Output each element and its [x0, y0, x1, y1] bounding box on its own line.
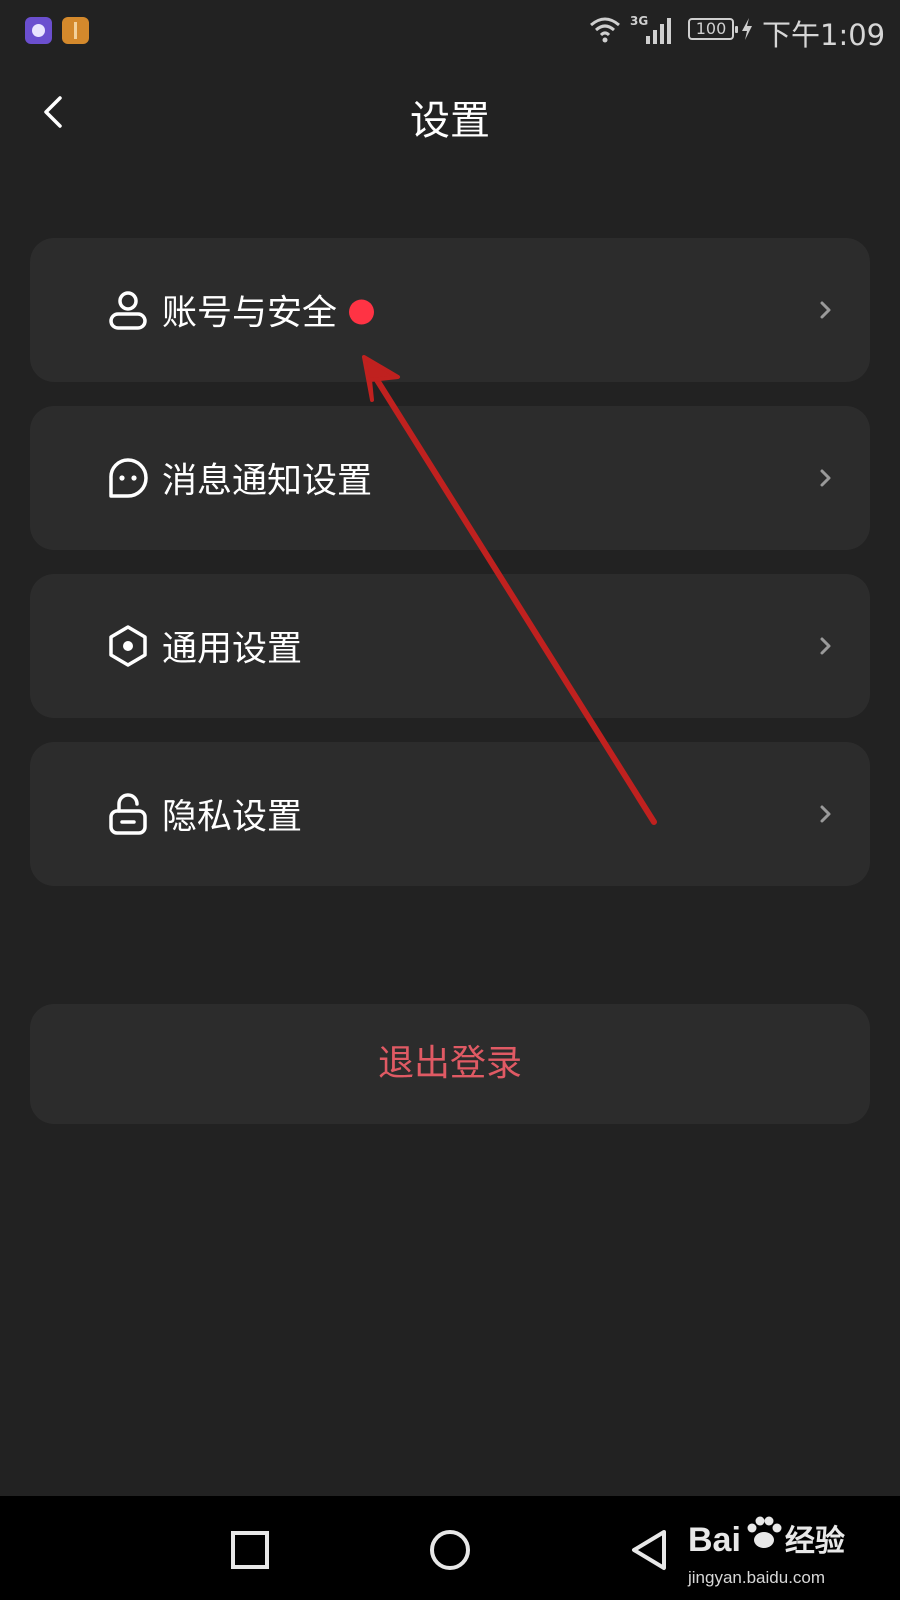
logout-button[interactable]: 退出登录 [30, 1004, 870, 1124]
baidu-jingyan-watermark: Bai 经验 jingyan.baidu.com [688, 1512, 888, 1592]
notification-badge-dot [349, 299, 375, 324]
menu-item-notification-settings[interactable]: 消息通知设置 [30, 406, 870, 550]
app-notification-icon [62, 17, 89, 44]
logout-label: 退出登录 [377, 1043, 522, 1084]
status-bar: 3G 100 下午1:09 [0, 0, 900, 60]
clock: 下午1:09 [762, 18, 886, 52]
menu-item-general-settings[interactable]: 通用设置 [30, 574, 870, 718]
menu-item-label: 账号与安全 [162, 285, 375, 336]
menu-item-label: 消息通知设置 [162, 461, 373, 502]
signal-strength-icon [646, 18, 671, 44]
menu-item-account-security[interactable]: 账号与安全 [30, 238, 870, 382]
recent-apps-square-icon[interactable] [228, 1528, 272, 1572]
system-navigation-bar: Bai 经验 jingyan.baidu.com [0, 1496, 900, 1600]
menu-item-label: 通用设置 [162, 629, 303, 670]
page-title: 设置 [410, 98, 490, 144]
menu-item-label: 隐私设置 [162, 797, 303, 838]
wifi-icon [590, 17, 620, 43]
chat-bubble-icon [109, 458, 148, 498]
chevron-right-icon [820, 637, 831, 655]
user-icon [109, 291, 147, 330]
paw-logo-icon [747, 1516, 782, 1548]
charging-icon [742, 18, 752, 40]
chevron-right-icon [820, 469, 831, 487]
chevron-right-icon [820, 301, 831, 319]
battery-level: 100 [695, 19, 727, 38]
app-notification-icon [25, 17, 52, 44]
home-circle-icon[interactable] [428, 1528, 472, 1572]
hexagon-gear-icon [109, 625, 147, 667]
watermark-url: jingyan.baidu.com [688, 1568, 826, 1587]
lock-icon [109, 793, 147, 835]
back-triangle-icon[interactable] [628, 1528, 672, 1572]
battery-icon: 100 [688, 18, 738, 40]
menu-item-privacy-settings[interactable]: 隐私设置 [30, 742, 870, 886]
chevron-right-icon [820, 805, 831, 823]
